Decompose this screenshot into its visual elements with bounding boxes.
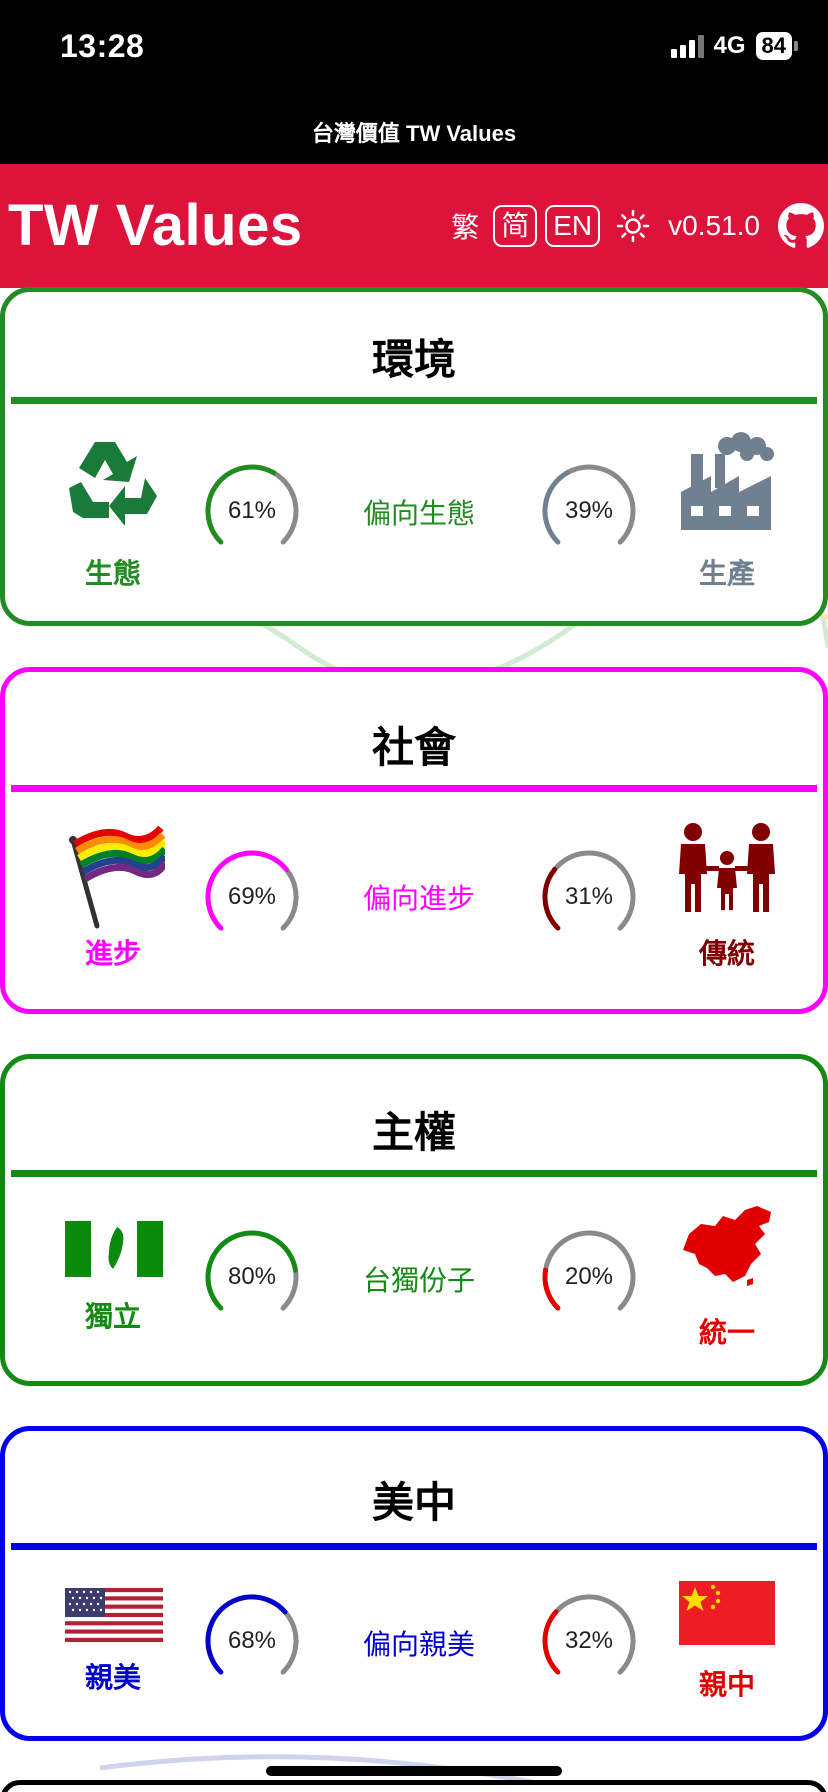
right-label: 生產 [698, 558, 755, 589]
right-label: 傳統 [698, 938, 755, 969]
card-title: 主權 [371, 1109, 456, 1156]
card-divider [11, 1543, 817, 1550]
card-divider [11, 397, 817, 404]
card-title: 社會 [371, 724, 456, 771]
right-gauge: 20% [539, 1227, 639, 1327]
left-percent: 68% [227, 1627, 277, 1654]
status-indicators: 4G 84 [670, 32, 798, 60]
version-label: v0.51.0 [668, 210, 760, 241]
verdict-label: 偏向生態 [362, 498, 475, 529]
society-card: 社會 進步 69% 偏向進步 31% 傳統 [0, 667, 828, 1014]
taiwan-flag-icon [65, 1221, 163, 1277]
lang-traditional-button[interactable]: 繁 [451, 206, 479, 246]
left-label: 進步 [84, 938, 141, 969]
status-time: 13:28 [60, 28, 145, 64]
left-gauge: 61% [202, 461, 302, 561]
card-divider [11, 1170, 817, 1177]
left-percent: 80% [227, 1263, 277, 1290]
left-label: 生態 [84, 558, 141, 589]
right-gauge: 32% [539, 1591, 639, 1691]
right-gauge: 39% [539, 461, 639, 561]
right-percent: 32% [564, 1627, 614, 1654]
left-gauge: 80% [202, 1227, 302, 1327]
brand-title[interactable]: TW Values [8, 192, 303, 259]
lang-english-button[interactable]: EN [545, 205, 601, 247]
right-percent: 31% [564, 883, 614, 910]
next-card-edge [0, 1780, 828, 1792]
github-icon[interactable] [778, 203, 824, 249]
card-title: 美中 [371, 1479, 456, 1526]
card-divider [11, 785, 817, 792]
verdict-label: 偏向親美 [362, 1629, 475, 1660]
battery-level: 84 [755, 32, 792, 60]
factory-icon [677, 432, 777, 532]
left-percent: 61% [227, 497, 277, 524]
home-indicator[interactable] [266, 1766, 562, 1776]
us-flag-icon [65, 1588, 163, 1642]
recycle-icon [63, 432, 163, 532]
right-label: 親中 [698, 1669, 755, 1700]
left-gauge: 69% [202, 847, 302, 947]
sovereignty-card: 主權 獨立 80% 台獨份子 20% 統一 [0, 1054, 828, 1386]
page-title: 台灣價值 TW Values [311, 121, 517, 146]
verdict-label: 偏向進步 [362, 883, 475, 914]
left-gauge: 68% [202, 1591, 302, 1691]
header-controls: 繁 简 EN v0.51.0 [451, 194, 824, 258]
left-label: 親美 [84, 1662, 141, 1693]
lang-simplified-button[interactable]: 简 [493, 205, 538, 247]
signal-icon [670, 34, 704, 58]
rainbow-flag-icon [65, 820, 165, 930]
right-percent: 20% [564, 1263, 614, 1290]
right-gauge: 31% [539, 847, 639, 947]
sun-icon[interactable] [616, 209, 650, 243]
app-header: TW Values 繁 简 EN v0.51.0 [0, 164, 828, 288]
family-icon [677, 822, 777, 912]
prc-flag-icon [679, 1581, 775, 1645]
card-title: 環境 [371, 336, 456, 383]
environment-card: 環境 生態 61% 偏向生態 39% 生產 [0, 287, 828, 626]
right-percent: 39% [564, 497, 614, 524]
left-label: 獨立 [84, 1301, 141, 1332]
left-percent: 69% [227, 883, 277, 910]
china-map-icon [679, 1204, 779, 1286]
us-china-card: 美中 親美 68% 偏向親美 32% 親中 [0, 1426, 828, 1741]
network-type: 4G [713, 32, 746, 59]
right-label: 統一 [698, 1317, 755, 1348]
verdict-label: 台獨份子 [362, 1265, 475, 1296]
battery-icon: 84 [755, 32, 798, 60]
status-bar: 13:28 4G 84 台灣價值 TW Values [0, 0, 828, 164]
